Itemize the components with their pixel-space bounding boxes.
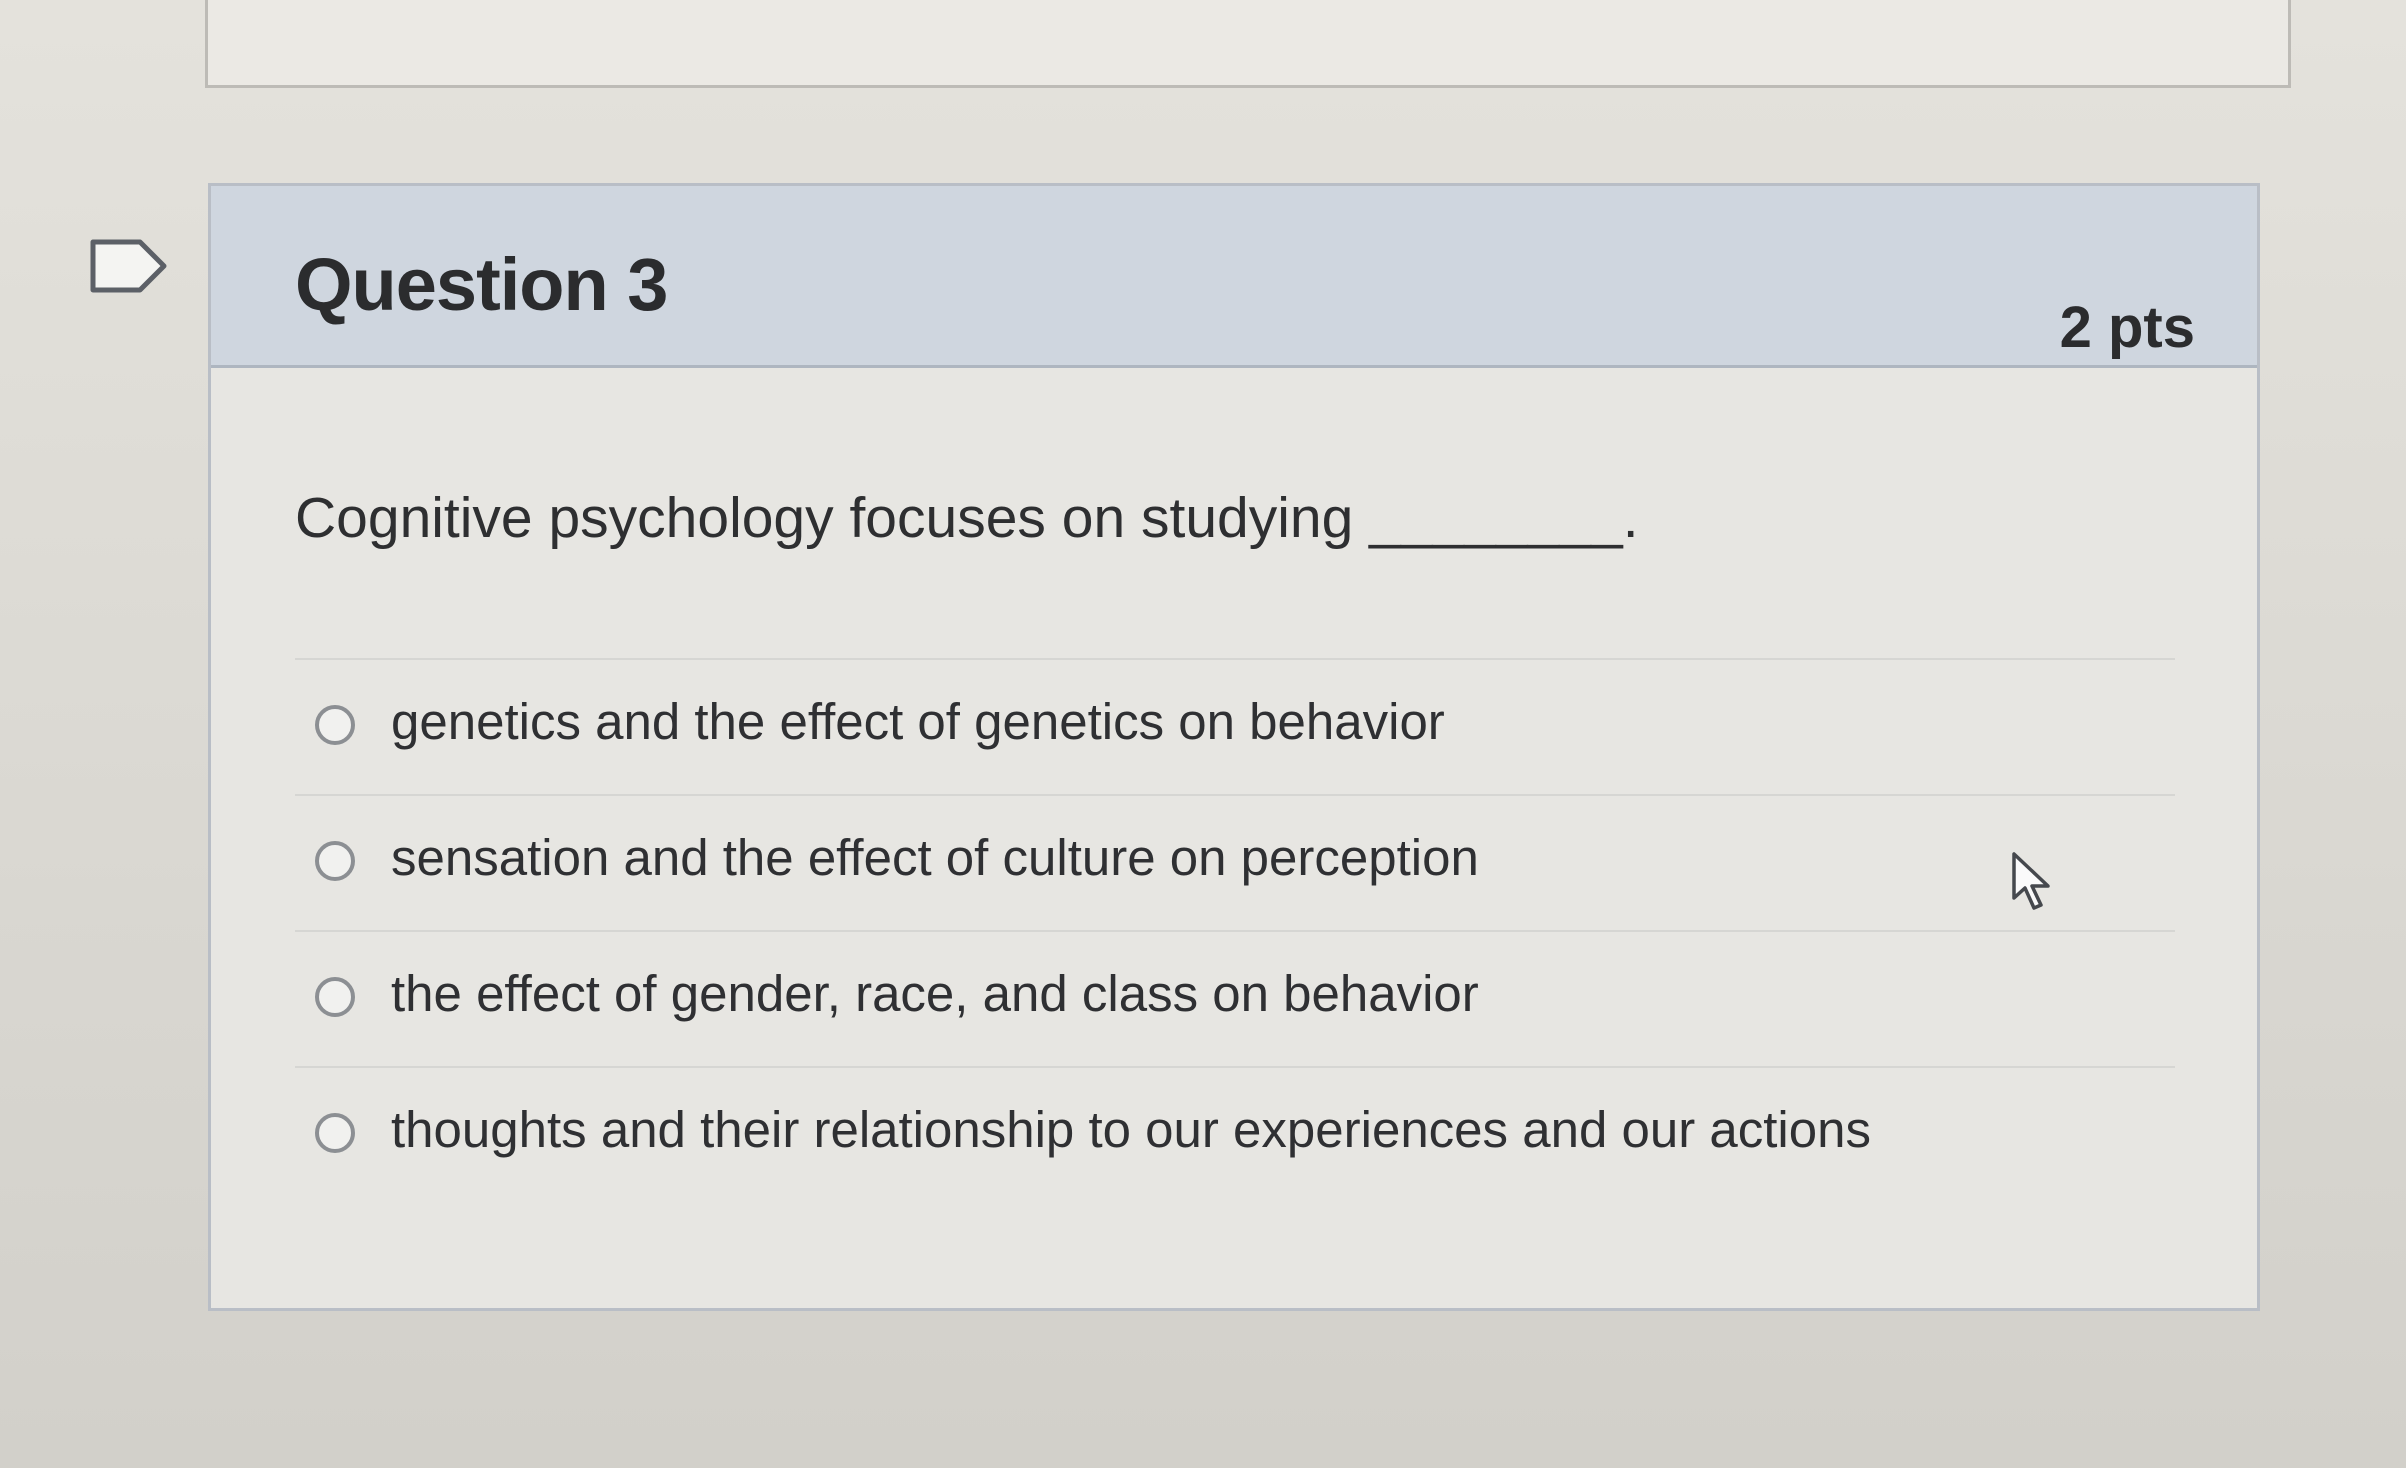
answer-label[interactable]: the effect of gender, race, and class on… [391,964,1479,1023]
answer-label[interactable]: genetics and the effect of genetics on b… [391,692,1445,751]
answer-radio[interactable] [315,977,355,1017]
answer-option[interactable]: genetics and the effect of genetics on b… [295,658,2175,794]
flag-question-icon[interactable] [88,237,170,295]
answer-label[interactable]: sensation and the effect of culture on p… [391,828,1479,887]
answer-option[interactable]: the effect of gender, race, and class on… [295,930,2175,1066]
question-points: 2 pts [2059,295,2195,360]
answer-radio[interactable] [315,1113,355,1153]
previous-question-card [205,0,2291,88]
answer-label[interactable]: thoughts and their relationship to our e… [391,1100,1871,1159]
answer-option[interactable]: sensation and the effect of culture on p… [295,794,2175,930]
question-text: Cognitive psychology focuses on studying… [295,486,1639,550]
answer-list: genetics and the effect of genetics on b… [295,658,2175,1202]
question-title: Question 3 [295,243,668,326]
question-header: Question 3 2 pts [211,186,2257,368]
answer-radio[interactable] [315,705,355,745]
answer-option[interactable]: thoughts and their relationship to our e… [295,1066,2175,1202]
answer-radio[interactable] [315,841,355,881]
mouse-pointer-icon [2010,850,2060,916]
question-card: Question 3 2 pts Cognitive psychology fo… [208,183,2260,1311]
